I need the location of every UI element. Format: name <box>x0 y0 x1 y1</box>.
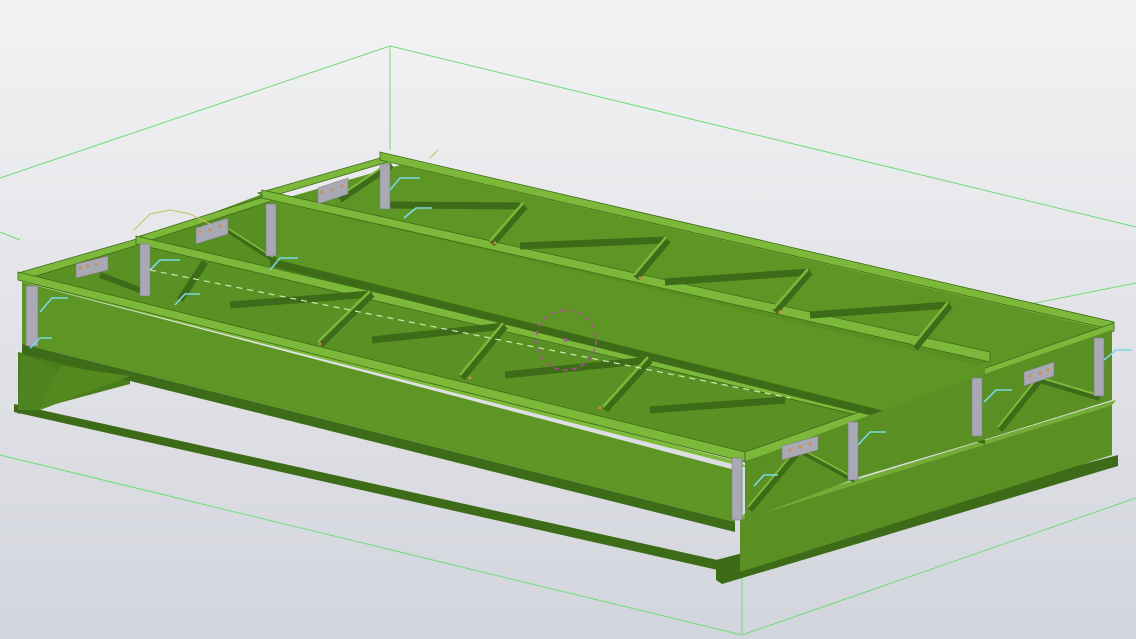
model-viewport[interactable] <box>0 0 1136 639</box>
steel-frame-3d-model[interactable] <box>0 0 1136 639</box>
